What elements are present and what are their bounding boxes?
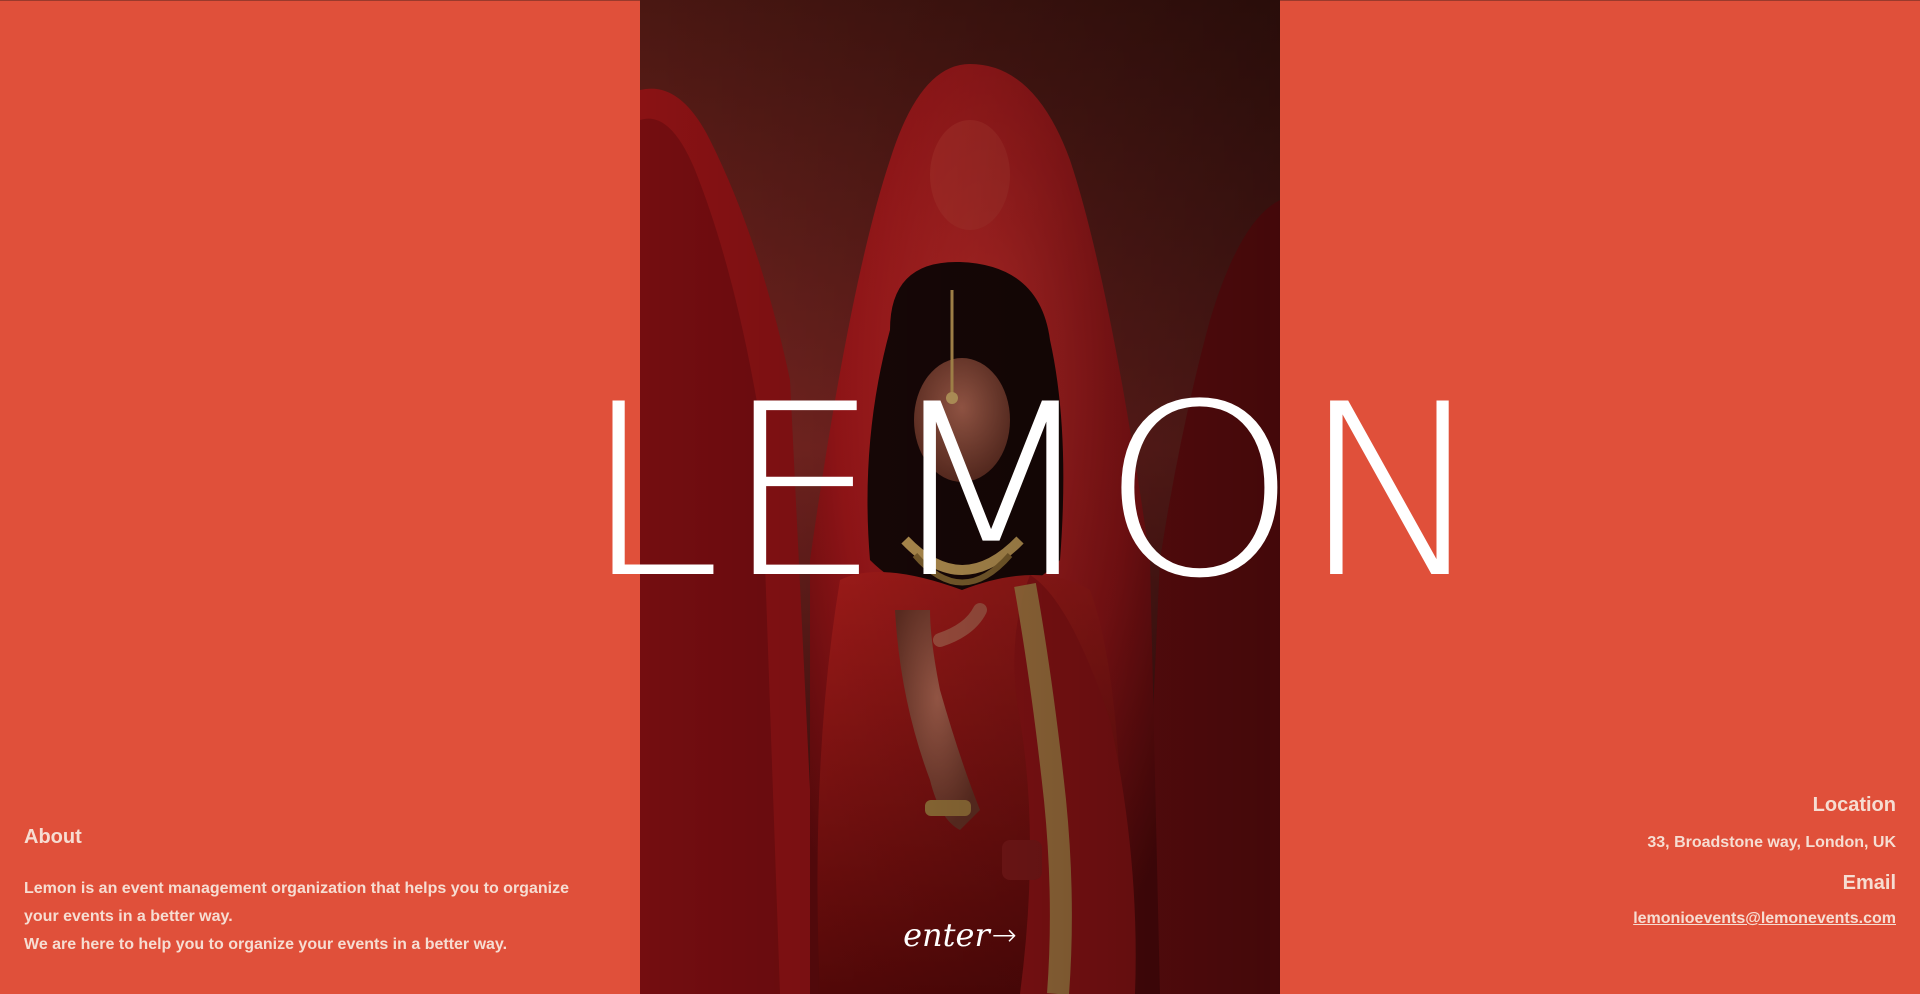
about-heading: About bbox=[24, 826, 82, 848]
email-link[interactable]: lemonioevents@lemonevents.com bbox=[1633, 910, 1896, 928]
location-heading: Location bbox=[1812, 794, 1896, 816]
location-value: 33, Broadstone way, London, UK bbox=[1647, 834, 1896, 851]
email-heading: Email bbox=[1842, 872, 1896, 894]
hero-image bbox=[640, 0, 1280, 994]
contact-section: Location 33, Broadstone way, London, UK … bbox=[1396, 790, 1896, 928]
about-paragraph-1: Lemon is an event management organizatio… bbox=[24, 880, 569, 925]
enter-label: enter bbox=[903, 916, 990, 954]
hero-photo-illustration bbox=[640, 0, 1280, 994]
about-section: About Lemon is an event management organ… bbox=[24, 826, 604, 959]
enter-link[interactable]: enter → bbox=[890, 912, 1030, 958]
arrow-right-icon: → bbox=[991, 917, 1017, 953]
landing-page: LEMON enter → About Lemon is an event ma… bbox=[0, 0, 1920, 994]
about-paragraph-2: We are here to help you to organize your… bbox=[24, 936, 508, 953]
